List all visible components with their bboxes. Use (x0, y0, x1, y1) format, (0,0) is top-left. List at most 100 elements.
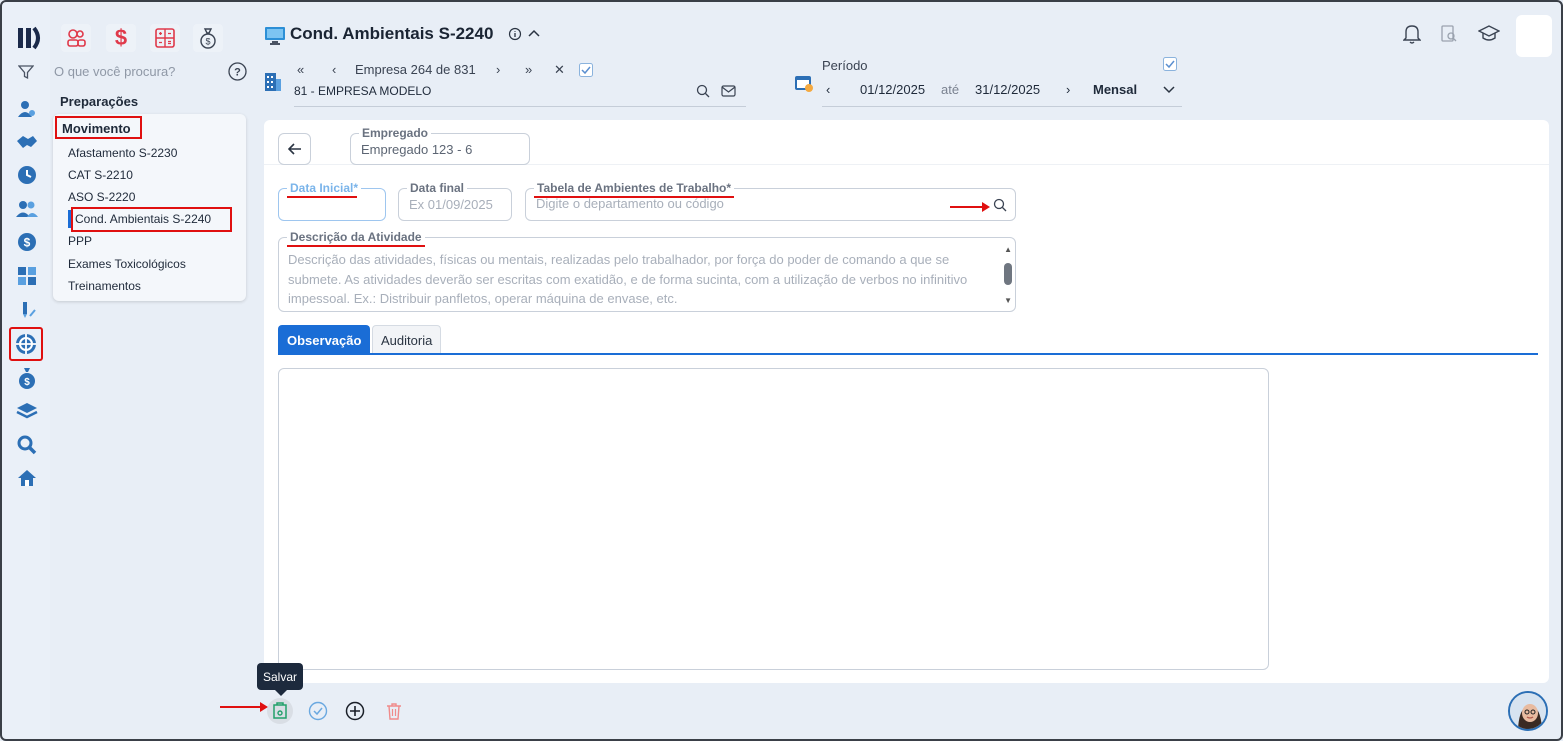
money-bag-icon[interactable]: $ (13, 364, 41, 392)
filter-icon[interactable] (18, 64, 34, 80)
descricao-label: Descrição da Atividade (287, 230, 425, 244)
employee-value: Empregado 123 - 6 (361, 142, 473, 157)
company-select[interactable]: 81 - EMPRESA MODELO (294, 84, 431, 98)
nav-item-ppp[interactable]: PPP (68, 234, 92, 248)
users-config-icon[interactable] (13, 95, 41, 123)
scroll-down-icon[interactable]: ▼ (1004, 296, 1012, 305)
people-icon[interactable] (13, 195, 41, 223)
add-button[interactable] (342, 698, 368, 724)
company-counter: Empresa 264 de 831 (355, 62, 476, 77)
data-final-field[interactable]: Data final Ex 01/09/2025 (398, 181, 512, 221)
company-checkbox[interactable] (579, 63, 593, 77)
data-final-label: Data final (407, 181, 468, 195)
back-button[interactable] (278, 133, 311, 165)
page-title: Cond. Ambientais S-2240 (290, 24, 494, 43)
help-icon[interactable]: ? (228, 62, 247, 81)
confirm-button[interactable] (305, 698, 331, 724)
highlight-movimento (55, 116, 142, 139)
bell-icon[interactable] (1403, 24, 1421, 44)
data-inicial-field[interactable]: Data Inicial* (278, 181, 386, 221)
tax-module-icon[interactable]: $ (193, 24, 223, 52)
calculator-icon[interactable] (13, 262, 41, 290)
nav-item-cat[interactable]: CAT S-2210 (68, 168, 133, 182)
monitor-icon (265, 27, 285, 45)
prev-period-icon[interactable]: ‹ (826, 82, 830, 97)
underline-tabela (534, 196, 734, 198)
nav-item-exames[interactable]: Exames Toxicológicos (68, 257, 186, 271)
descricao-placeholder: Descrição das atividades, físicas ou men… (288, 252, 968, 306)
employee-field[interactable]: Empregado Empregado 123 - 6 (350, 126, 530, 165)
search-magnifier-icon[interactable] (13, 431, 41, 459)
svg-text:$: $ (24, 377, 30, 388)
info-icon[interactable] (508, 27, 522, 41)
next-company-icon[interactable]: › (496, 62, 500, 77)
tab-underline (278, 353, 1538, 355)
nav-item-aso[interactable]: ASO S-2220 (68, 190, 135, 204)
period-underline (822, 106, 1182, 107)
period-separator: até (941, 82, 960, 97)
app-logo-icon[interactable] (16, 24, 44, 52)
first-company-icon[interactable]: « (297, 62, 304, 77)
dollar-icon[interactable]: $ (13, 228, 41, 256)
global-search-input[interactable]: O que você procura? (54, 64, 175, 79)
underline-data-inicial (287, 196, 357, 198)
last-company-icon[interactable]: » (525, 62, 532, 77)
period-mode-select[interactable]: Mensal (1093, 82, 1137, 97)
save-icon (273, 702, 287, 719)
svg-text:?: ? (234, 67, 241, 79)
tabela-ambientes-label: Tabela de Ambientes de Trabalho* (534, 181, 735, 195)
nav-section-preparacoes[interactable]: Preparações (60, 94, 138, 109)
finance-module-icon[interactable]: $ (106, 24, 136, 52)
svg-text:$: $ (205, 37, 210, 47)
handshake-icon[interactable] (13, 128, 41, 156)
tabela-ambientes-field[interactable]: Tabela de Ambientes de Trabalho* Digite … (525, 181, 1016, 221)
tabela-ambientes-placeholder: Digite o departamento ou código (536, 196, 724, 211)
delete-button[interactable] (381, 698, 407, 724)
trash-icon (387, 703, 401, 720)
data-inicial-label: Data Inicial* (287, 181, 362, 195)
prev-company-icon[interactable]: ‹ (332, 62, 336, 77)
employees-module-icon[interactable] (61, 24, 91, 52)
company-underline (294, 106, 746, 107)
tab-auditoria[interactable]: Auditoria (372, 325, 442, 354)
data-final-placeholder: Ex 01/09/2025 (409, 197, 493, 212)
mail-icon[interactable] (721, 84, 736, 98)
calendar-icon (795, 76, 813, 92)
user-avatar[interactable] (1508, 691, 1548, 731)
next-period-icon[interactable]: › (1066, 82, 1070, 97)
company-search-icon[interactable] (696, 84, 710, 98)
layers-icon[interactable] (13, 397, 41, 425)
nav-item-afastamento[interactable]: Afastamento S-2230 (68, 146, 177, 160)
period-checkbox[interactable] (1163, 57, 1177, 71)
save-tooltip: Salvar (257, 663, 303, 696)
graduation-cap-icon[interactable] (1478, 24, 1500, 44)
building-icon (265, 73, 281, 91)
scrollbar-thumb[interactable] (1004, 263, 1012, 285)
descricao-field[interactable]: Descrição da Atividade Descrição das ati… (278, 230, 1016, 312)
observacao-textarea[interactable] (278, 368, 1269, 670)
period-start[interactable]: 01/12/2025 (860, 82, 925, 97)
accounting-module-icon[interactable] (150, 24, 180, 52)
arrow-left-icon (287, 143, 301, 155)
period-end[interactable]: 31/12/2025 (975, 82, 1040, 97)
clear-company-icon[interactable]: ✕ (554, 62, 565, 78)
scroll-up-icon[interactable]: ▲ (1004, 245, 1012, 254)
period-label: Período (822, 58, 868, 73)
tabela-search-icon[interactable] (993, 198, 1007, 212)
tab-observacao[interactable]: Observação (278, 325, 371, 354)
chevron-up-icon[interactable] (527, 27, 541, 41)
user-menu-button[interactable] (1516, 15, 1552, 57)
save-button[interactable] (267, 698, 293, 724)
pen-chart-icon[interactable] (13, 296, 41, 324)
svg-text:$: $ (24, 236, 31, 250)
nav-item-treinamentos[interactable]: Treinamentos (68, 279, 141, 293)
employee-label: Empregado (359, 126, 432, 140)
chevron-down-icon[interactable] (1162, 84, 1176, 96)
home-icon[interactable] (13, 464, 41, 492)
underline-descricao (287, 245, 425, 247)
clock-icon[interactable] (13, 161, 41, 189)
env-conditions-icon[interactable] (9, 327, 43, 361)
annotation-arrow-tabela (950, 202, 990, 212)
document-search-icon[interactable] (1440, 24, 1458, 44)
highlight-cond-ambientais (71, 207, 232, 232)
